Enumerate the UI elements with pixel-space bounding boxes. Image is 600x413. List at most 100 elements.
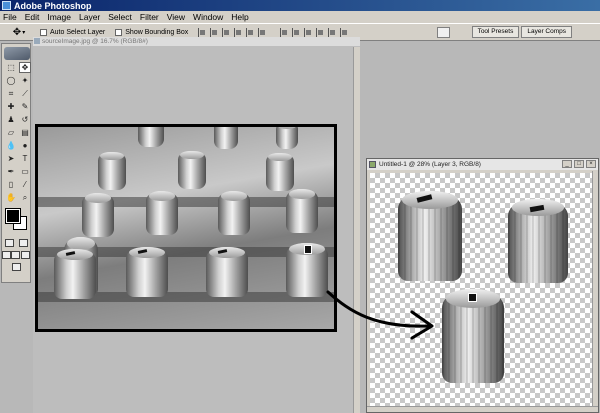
lasso-tool-icon[interactable]: ◯: [5, 75, 17, 86]
source-document-title-bar[interactable]: sourceImage.jpg @ 16.7% (RGB/8#): [33, 37, 360, 46]
window-buttons: _ □ ×: [560, 160, 596, 168]
notes-tool-icon[interactable]: ▯: [5, 179, 17, 190]
photo-knob: [266, 153, 294, 191]
knob-indicator: [416, 194, 433, 204]
menu-window[interactable]: Window: [193, 11, 223, 23]
distribute-center-icon[interactable]: [328, 27, 337, 37]
menu-layer[interactable]: Layer: [79, 11, 100, 23]
adobe-feather-icon: [4, 47, 30, 60]
distribute-middle-icon[interactable]: [292, 27, 301, 37]
menu-help[interactable]: Help: [231, 11, 248, 23]
dodge-tool-icon[interactable]: ●: [19, 140, 31, 151]
menu-file[interactable]: File: [3, 11, 17, 23]
distribute-top-icon[interactable]: [280, 27, 289, 37]
align-bottom-icon[interactable]: [222, 27, 231, 37]
marquee-tool-icon[interactable]: ⬚: [5, 62, 17, 73]
move-tool-icon[interactable]: ✥: [19, 62, 31, 73]
full-screen-menu-icon[interactable]: [11, 251, 21, 259]
blur-tool-icon[interactable]: 💧: [5, 140, 17, 151]
standard-screen-icon[interactable]: [2, 251, 12, 259]
mask-mode-buttons: [2, 239, 30, 247]
auto-select-layer-label: Auto Select Layer: [50, 28, 106, 36]
slice-tool-icon[interactable]: ⟋: [19, 88, 31, 99]
tool-grid: ⬚ ✥ ◯ ✦ ⌗ ⟋ ✚ ✎ ♟ ↺ ▱ ▤ 💧 ● ➤ T ✒ ▭ ▯ ⁄ …: [2, 62, 31, 203]
align-buttons: [198, 27, 270, 37]
foreground-color-swatch[interactable]: [5, 208, 21, 224]
photo-knob: [82, 193, 114, 237]
zoom-tool-icon[interactable]: ⌕: [19, 192, 31, 203]
jump-to-button-row: [2, 263, 30, 271]
knob-indicator: [468, 292, 477, 303]
photo-knob: [126, 247, 168, 297]
maximize-button[interactable]: □: [574, 160, 584, 168]
photo-knob: [178, 151, 206, 189]
color-swatches: [2, 207, 30, 237]
document-icon: [34, 38, 40, 44]
tab-layer-comps[interactable]: Layer Comps: [521, 26, 572, 38]
app-title: Adobe Photoshop: [14, 0, 92, 11]
distribute-left-icon[interactable]: [316, 27, 325, 37]
photo-knob: [286, 189, 318, 233]
path-selection-tool-icon[interactable]: ➤: [5, 153, 17, 164]
photo-knob: [54, 249, 96, 299]
eraser-tool-icon[interactable]: ▱: [5, 127, 17, 138]
menu-image[interactable]: Image: [47, 11, 71, 23]
align-top-icon[interactable]: [198, 27, 207, 37]
gradient-tool-icon[interactable]: ▤: [19, 127, 31, 138]
magic-wand-tool-icon[interactable]: ✦: [19, 75, 31, 86]
photo-knob: [218, 191, 250, 235]
brush-tool-icon[interactable]: ✎: [19, 101, 31, 112]
photo-knob: [146, 191, 178, 235]
destination-horizontal-scrollbar[interactable]: [367, 406, 598, 412]
clone-stamp-tool-icon[interactable]: ♟: [5, 114, 17, 125]
show-bounding-box-checkbox[interactable]: Show Bounding Box: [115, 28, 189, 36]
standard-mode-icon[interactable]: [4, 239, 14, 247]
menu-filter[interactable]: Filter: [140, 11, 159, 23]
checkbox-box[interactable]: [40, 28, 47, 36]
toolbox-palette: ⬚ ✥ ◯ ✦ ⌗ ⟋ ✚ ✎ ♟ ↺ ▱ ▤ 💧 ● ➤ T ✒ ▭ ▯ ⁄ …: [1, 43, 31, 283]
hand-tool-icon[interactable]: ✋: [5, 192, 17, 203]
full-screen-icon[interactable]: [20, 251, 30, 259]
history-brush-tool-icon[interactable]: ↺: [19, 114, 31, 125]
destination-document-title-bar[interactable]: Untitled-1 @ 28% (Layer 3, RGB/8) _ □ ×: [367, 159, 598, 170]
source-photo[interactable]: [35, 124, 337, 332]
healing-brush-tool-icon[interactable]: ✚: [5, 101, 17, 112]
photo-knob: [214, 127, 238, 149]
crop-tool-icon[interactable]: ⌗: [5, 88, 17, 99]
quick-mask-mode-icon[interactable]: [18, 239, 28, 247]
minimize-button[interactable]: _: [562, 160, 572, 168]
align-center-icon[interactable]: [246, 27, 255, 37]
tool-preset-picker[interactable]: ✥ ▾: [8, 25, 30, 39]
photo-knob: [276, 127, 298, 149]
source-vertical-scrollbar[interactable]: [353, 47, 360, 413]
palette-well-icon[interactable]: [437, 27, 450, 38]
pen-tool-icon[interactable]: ✒: [5, 166, 17, 177]
screen-mode-buttons: [2, 251, 30, 259]
destination-vertical-scrollbar[interactable]: [592, 171, 598, 407]
shape-tool-icon[interactable]: ▭: [19, 166, 31, 177]
distribute-right-icon[interactable]: [340, 27, 349, 37]
menu-select[interactable]: Select: [108, 11, 132, 23]
photo-knob: [98, 152, 126, 190]
photo-knob: [138, 127, 164, 147]
eyedropper-tool-icon[interactable]: ⁄: [19, 179, 31, 190]
tab-tool-presets[interactable]: Tool Presets: [471, 26, 520, 38]
photo-knob: [206, 247, 248, 297]
distribute-buttons: [280, 27, 352, 37]
source-document-title: sourceImage.jpg @ 16.7% (RGB/8#): [42, 38, 148, 45]
menu-edit[interactable]: Edit: [25, 11, 40, 23]
move-icon: ✥: [12, 26, 22, 38]
distribute-bottom-icon[interactable]: [304, 27, 313, 37]
close-button[interactable]: ×: [586, 160, 596, 168]
menu-view[interactable]: View: [167, 11, 185, 23]
checkbox-box[interactable]: [115, 28, 123, 36]
align-right-icon[interactable]: [258, 27, 267, 37]
palette-tabs: Tool Presets Layer Comps: [470, 26, 572, 38]
jump-to-imageready-icon[interactable]: [11, 263, 21, 271]
document-icon: [369, 161, 376, 168]
align-left-icon[interactable]: [234, 27, 243, 37]
align-middle-icon[interactable]: [210, 27, 219, 37]
auto-select-layer-checkbox[interactable]: Auto Select Layer: [40, 28, 106, 36]
type-tool-icon[interactable]: T: [19, 153, 31, 164]
show-bounding-box-label: Show Bounding Box: [125, 28, 189, 36]
